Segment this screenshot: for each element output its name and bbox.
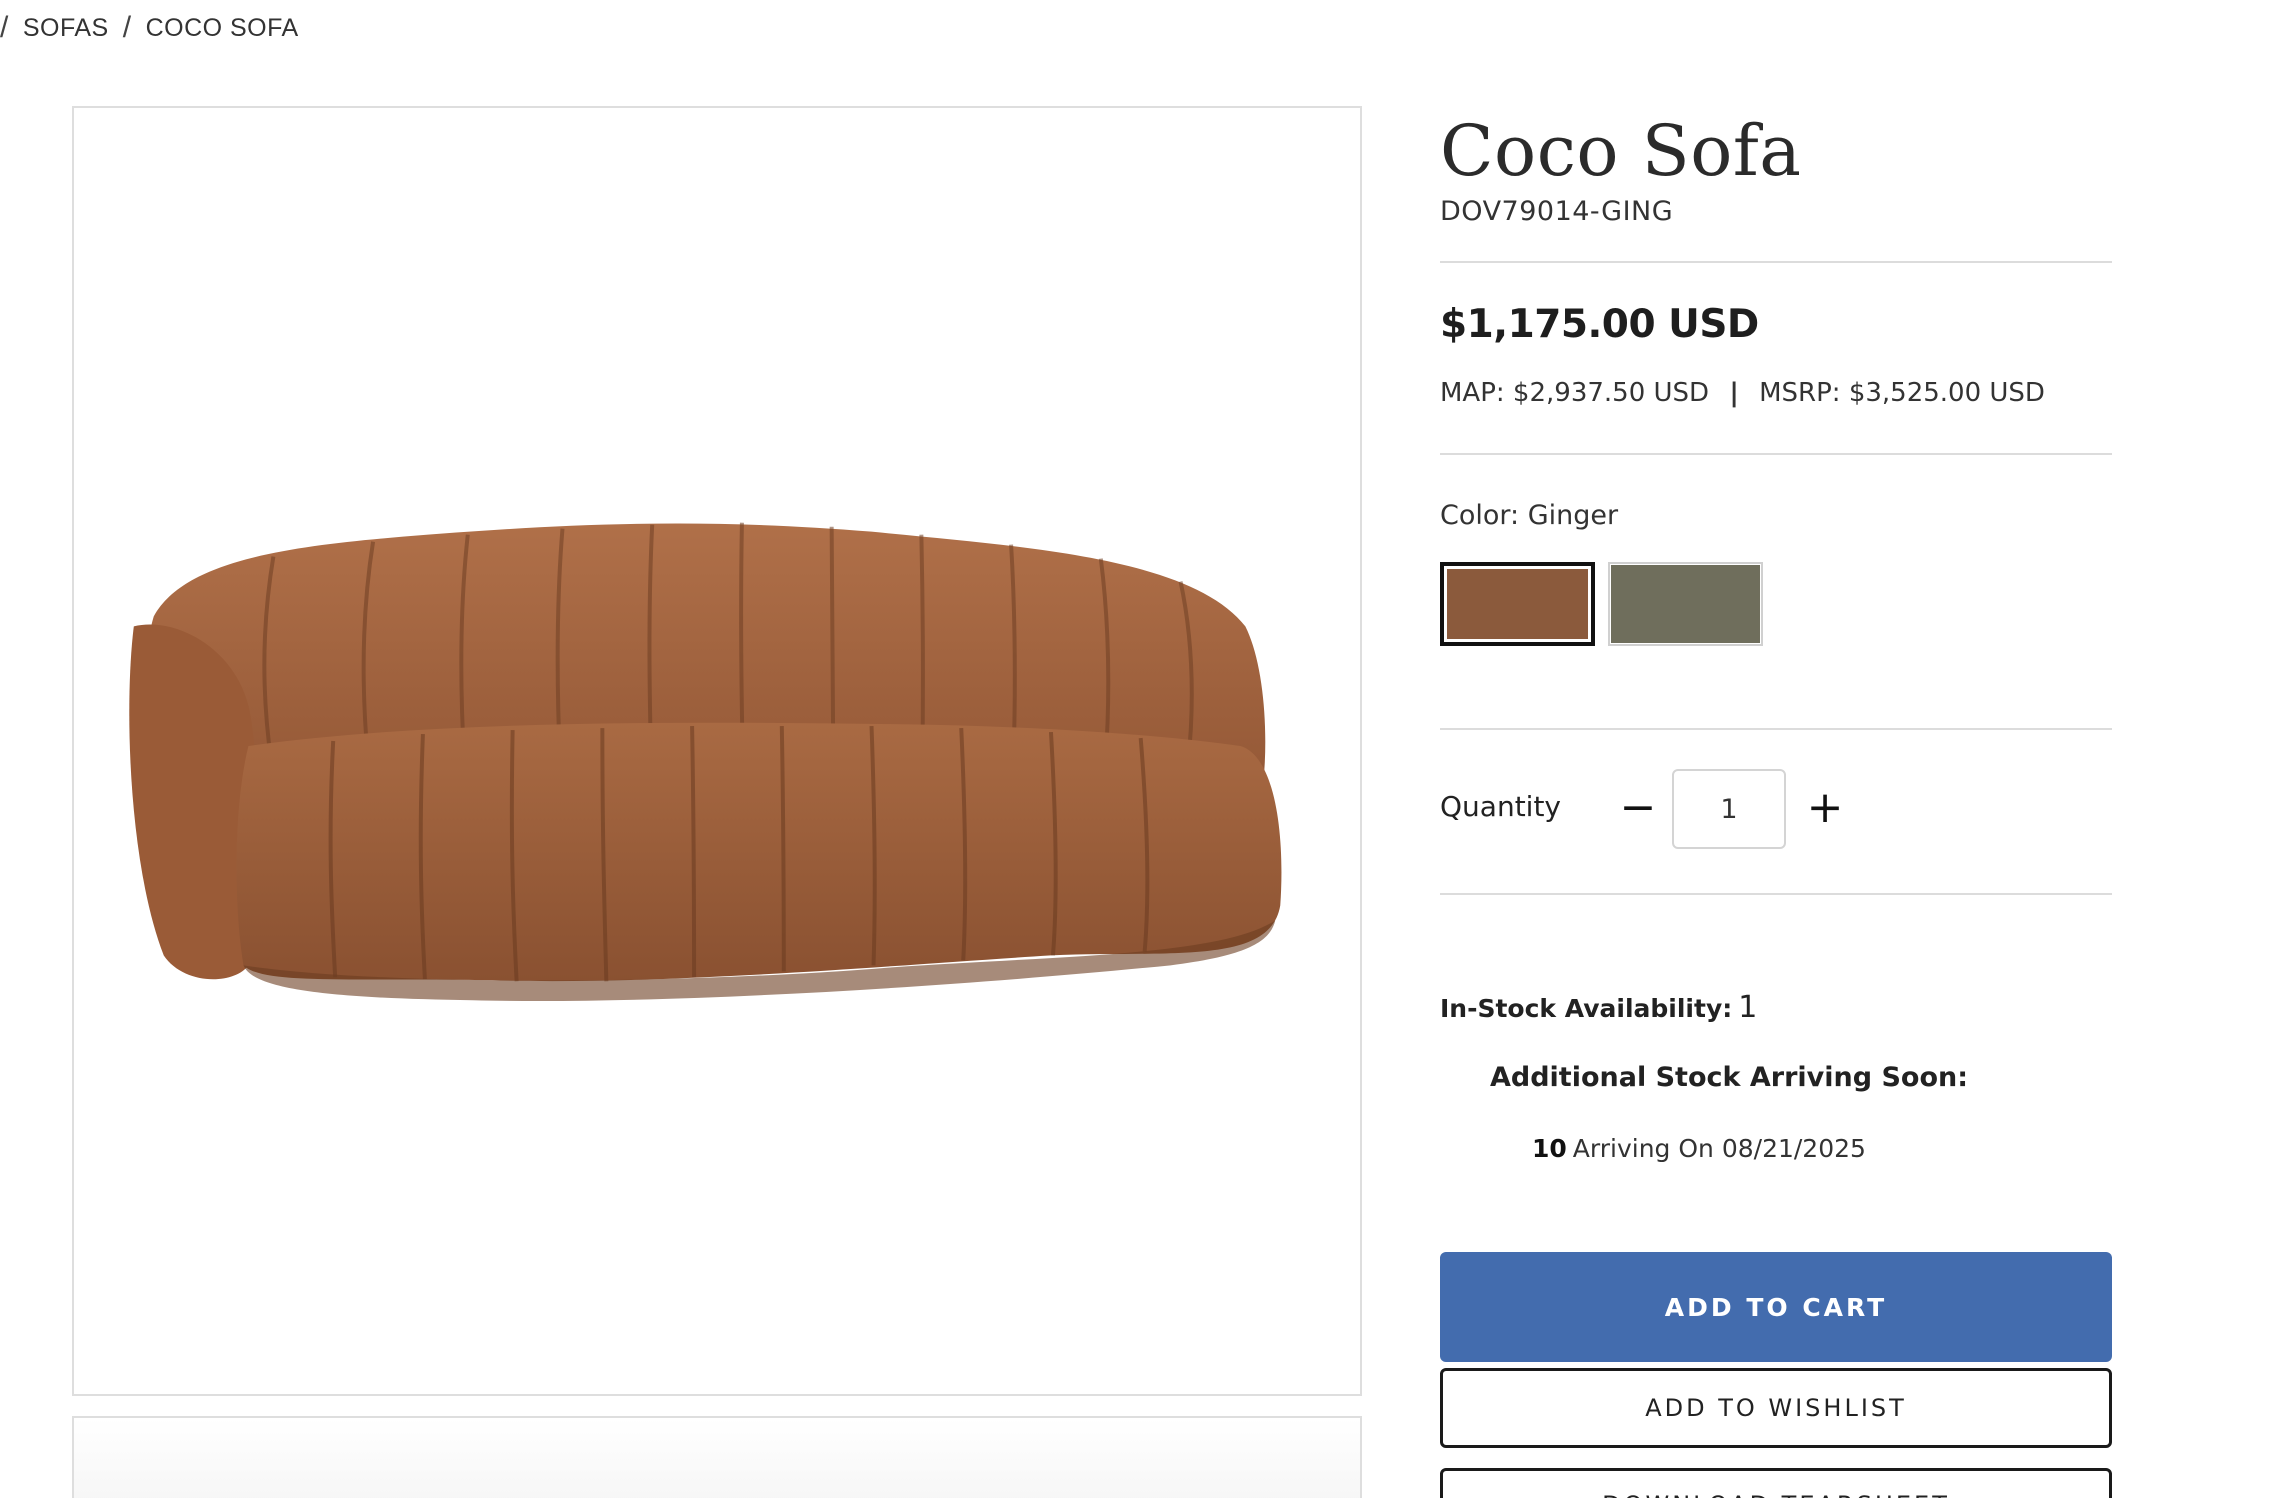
add-to-cart-button[interactable]: ADD TO CART — [1440, 1252, 2112, 1362]
breadcrumb-link-sofas[interactable]: SOFAS — [23, 14, 109, 43]
in-stock-availability: In-Stock Availability: 1 — [1440, 990, 1757, 1025]
sofa-image — [129, 522, 1282, 1001]
msrp-price: MSRP: $3,525.00 USD — [1759, 378, 2045, 408]
add-to-wishlist-button[interactable]: ADD TO WISHLIST — [1440, 1368, 2112, 1448]
price-details: MAP: $2,937.50 USD | MSRP: $3,525.00 USD — [1440, 378, 2045, 408]
swatch-fill — [1611, 565, 1760, 643]
breadcrumb-separator: / — [122, 11, 132, 44]
quantity-decrease-button[interactable]: − — [1618, 772, 1658, 842]
product-price: $1,175.00 USD — [1440, 302, 1759, 347]
product-thumbnail[interactable] — [72, 1416, 1362, 1498]
color-label: Color: Ginger — [1440, 500, 1619, 531]
product-title: Coco Sofa — [1440, 110, 1802, 192]
arriving-quantity: 10 — [1532, 1134, 1567, 1163]
breadcrumb-current-coco-sofa[interactable]: COCO SOFA — [146, 14, 299, 43]
price-separator: | — [1729, 378, 1739, 408]
product-sku: DOV79014-GING — [1440, 196, 1674, 227]
arriving-date: Arriving On 08/21/2025 — [1572, 1134, 1866, 1163]
color-swatch-olive[interactable] — [1608, 562, 1763, 646]
product-main-image[interactable] — [72, 106, 1362, 1396]
map-price: MAP: $2,937.50 USD — [1440, 378, 1710, 408]
divider — [1440, 453, 2112, 455]
divider — [1440, 728, 2112, 730]
arriving-soon-heading: Additional Stock Arriving Soon: — [1490, 1062, 1969, 1093]
quantity-increase-button[interactable]: + — [1805, 772, 1845, 842]
quantity-input[interactable] — [1672, 769, 1786, 849]
in-stock-label: In-Stock Availability: — [1440, 994, 1733, 1023]
divider — [1440, 261, 2112, 263]
in-stock-value: 1 — [1738, 990, 1758, 1025]
color-swatch-ginger[interactable] — [1440, 562, 1595, 646]
swatch-fill — [1447, 569, 1588, 639]
breadcrumb-separator: / — [0, 11, 9, 44]
quantity-label: Quantity — [1440, 790, 1561, 823]
divider — [1440, 893, 2112, 895]
arriving-row: 10 Arriving On 08/21/2025 — [1532, 1134, 1866, 1163]
download-tearsheet-button[interactable]: DOWNLOAD TEARSHEET — [1440, 1468, 2112, 1498]
breadcrumb: / SOFAS / COCO SOFA — [0, 8, 299, 48]
